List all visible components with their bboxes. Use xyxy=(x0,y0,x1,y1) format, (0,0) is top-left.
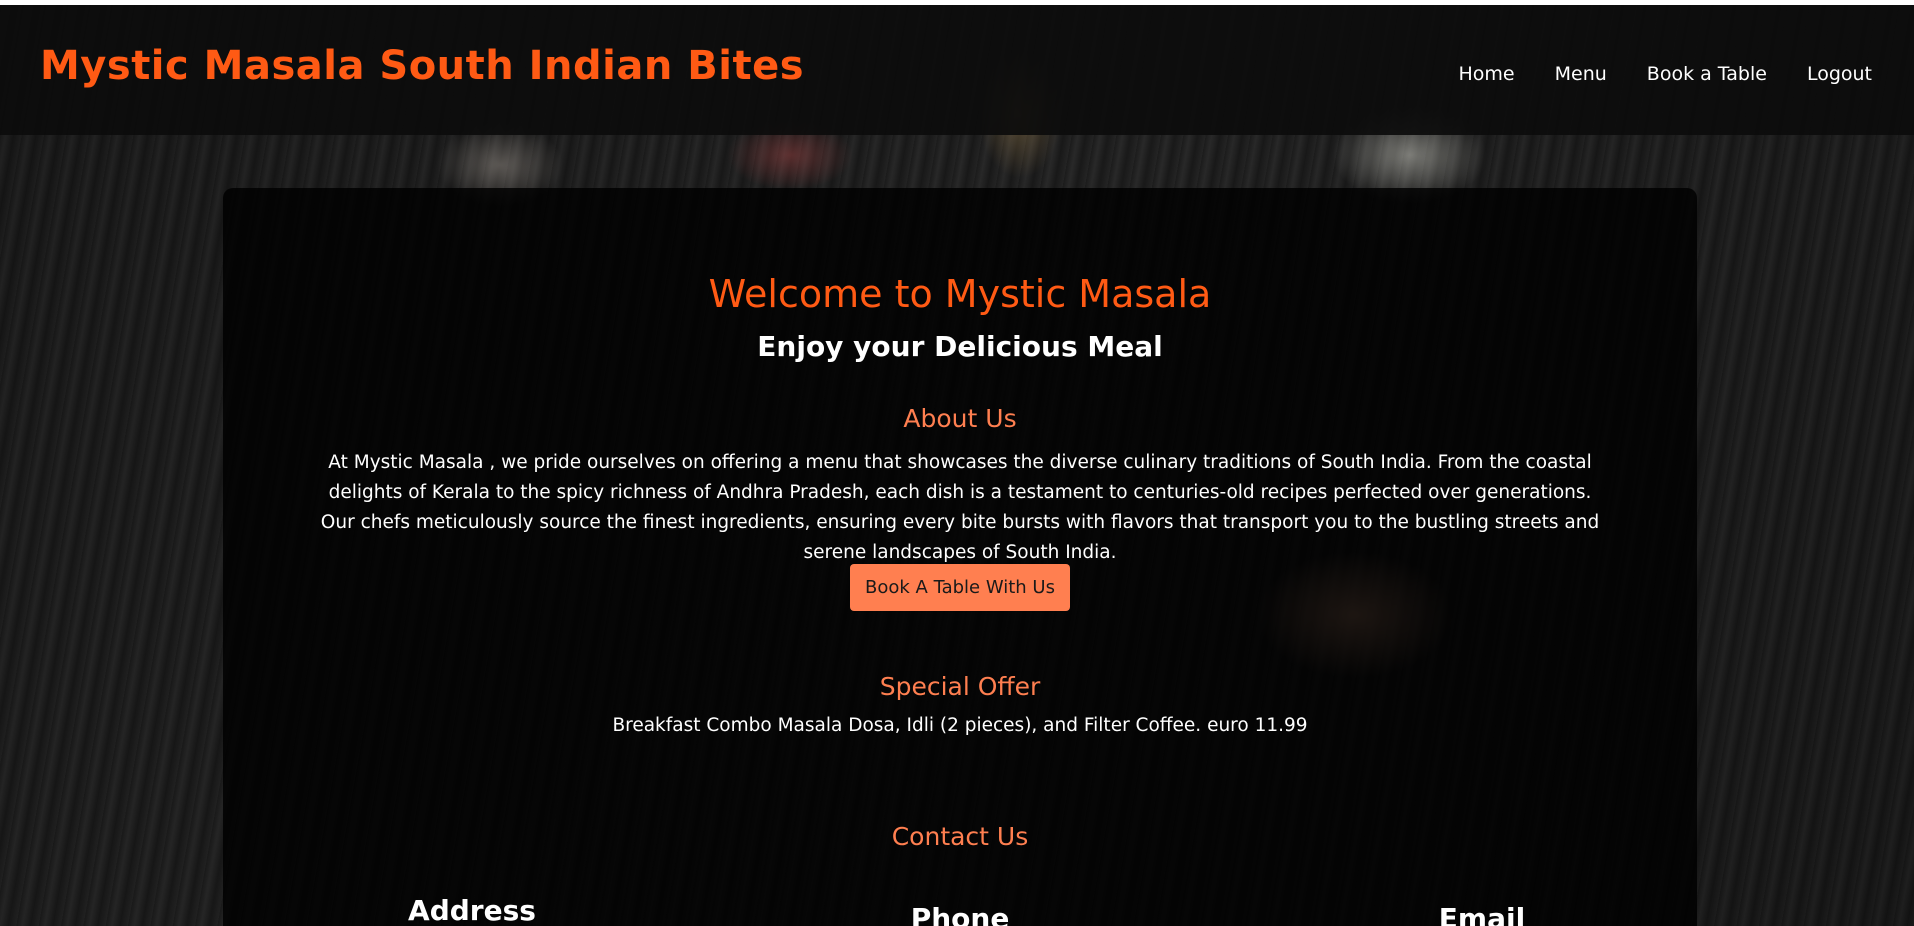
contact-phone-label: Phone xyxy=(910,902,1010,926)
about-text: At Mystic Masala , we pride ourselves on… xyxy=(320,452,1600,563)
site-brand[interactable]: Mystic Masala South Indian Bites xyxy=(40,43,804,89)
special-offer-text: Breakfast Combo Masala Dosa, Idli (2 pie… xyxy=(612,715,1308,736)
tagline: Enjoy your Delicious Meal xyxy=(757,330,1163,363)
about-heading: About Us xyxy=(903,404,1017,433)
contact-address-label: Address xyxy=(408,894,536,926)
book-table-button[interactable]: Book A Table With Us xyxy=(850,564,1070,611)
contact-heading: Contact Us xyxy=(891,822,1029,851)
site-header: Mystic Masala South Indian Bites Home Me… xyxy=(0,5,1914,135)
main-nav: Home Menu Book a Table Logout xyxy=(1419,63,1873,85)
content-card: Welcome to Mystic Masala Enjoy your Deli… xyxy=(223,188,1697,926)
nav-book-table[interactable]: Book a Table xyxy=(1647,63,1767,85)
nav-home[interactable]: Home xyxy=(1459,63,1515,85)
nav-logout[interactable]: Logout xyxy=(1807,63,1872,85)
welcome-heading: Welcome to Mystic Masala xyxy=(708,272,1212,316)
contact-email-label: Email xyxy=(1438,902,1526,926)
special-offer-heading: Special Offer xyxy=(879,672,1041,701)
nav-menu[interactable]: Menu xyxy=(1555,63,1607,85)
